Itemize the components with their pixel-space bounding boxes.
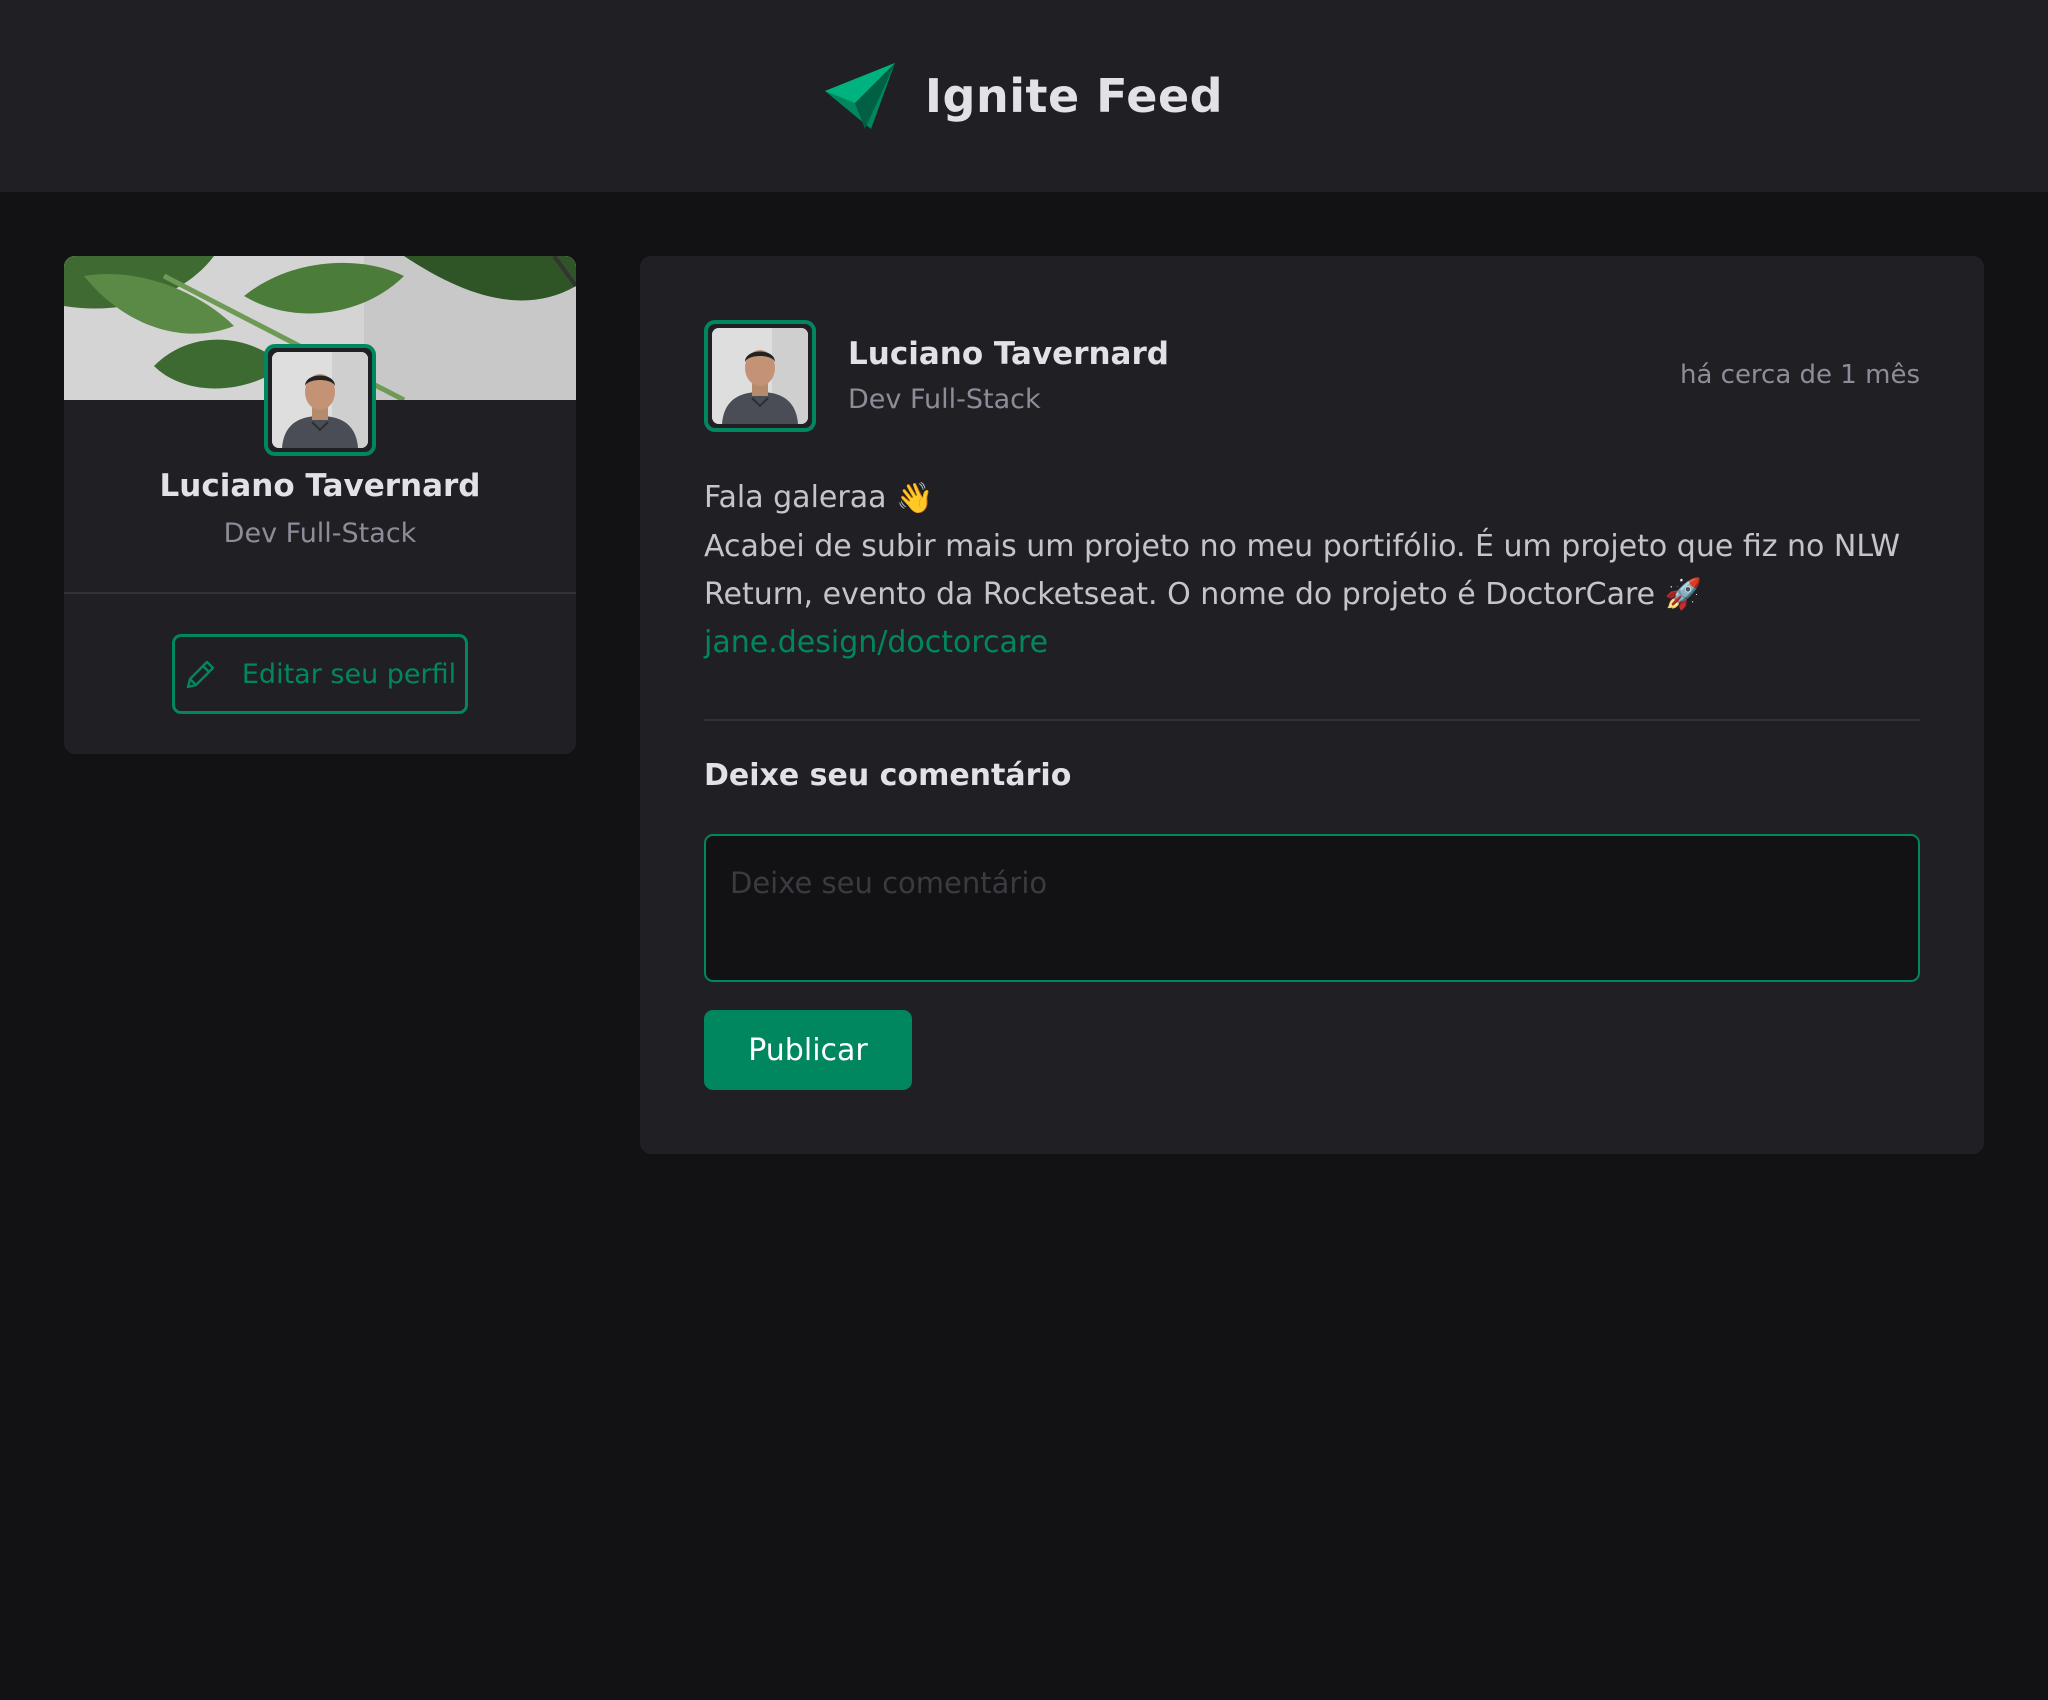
profile-sidebar: Luciano Tavernard Dev Full-Stack Editar … <box>64 256 576 754</box>
rocket-icon: 🚀 <box>1664 577 1703 612</box>
post-author-name: Luciano Tavernard <box>848 336 1169 372</box>
post-paragraph: Acabei de subir mais um projeto no meu p… <box>704 523 1920 620</box>
sidebar-divider <box>64 592 576 594</box>
edit-profile-label: Editar seu perfil <box>241 658 457 690</box>
post-author-role: Dev Full-Stack <box>848 384 1041 415</box>
comment-input[interactable] <box>704 834 1920 982</box>
post-body-text: Acabei de subir mais um projeto no meu p… <box>704 528 1901 612</box>
post-author-avatar[interactable] <box>704 320 816 432</box>
app-title: Ignite Feed <box>924 69 1224 123</box>
publish-button[interactable]: Publicar <box>704 1010 912 1090</box>
sidebar-avatar[interactable] <box>264 344 376 456</box>
post-timestamp[interactable]: há cerca de 1 mês <box>1680 360 1920 390</box>
post-content: Fala galeraa 👋 Acabei de subir mais um p… <box>704 474 1920 667</box>
post-paragraph: jane.design/doctorcare <box>704 619 1920 667</box>
post-card: Luciano Tavernard Dev Full-Stack há cerc… <box>640 256 1984 1154</box>
ignite-paper-plane-icon <box>824 63 895 129</box>
comment-form-title: Deixe seu comentário <box>704 758 1072 793</box>
sidebar-user-role: Dev Full-Stack <box>223 518 417 549</box>
post-paragraph: Fala galeraa 👋 <box>704 474 1920 523</box>
post-greeting: Fala galeraa <box>704 480 887 515</box>
pencil-icon <box>186 660 215 689</box>
post-link[interactable]: jane.design/doctorcare <box>704 619 1048 667</box>
post-divider <box>704 719 1920 721</box>
edit-profile-button[interactable]: Editar seu perfil <box>172 634 468 714</box>
sidebar-user-name: Luciano Tavernard <box>159 468 481 504</box>
app-header: Ignite Feed <box>0 0 2048 192</box>
waving-hand-icon: 👋 <box>896 480 934 516</box>
